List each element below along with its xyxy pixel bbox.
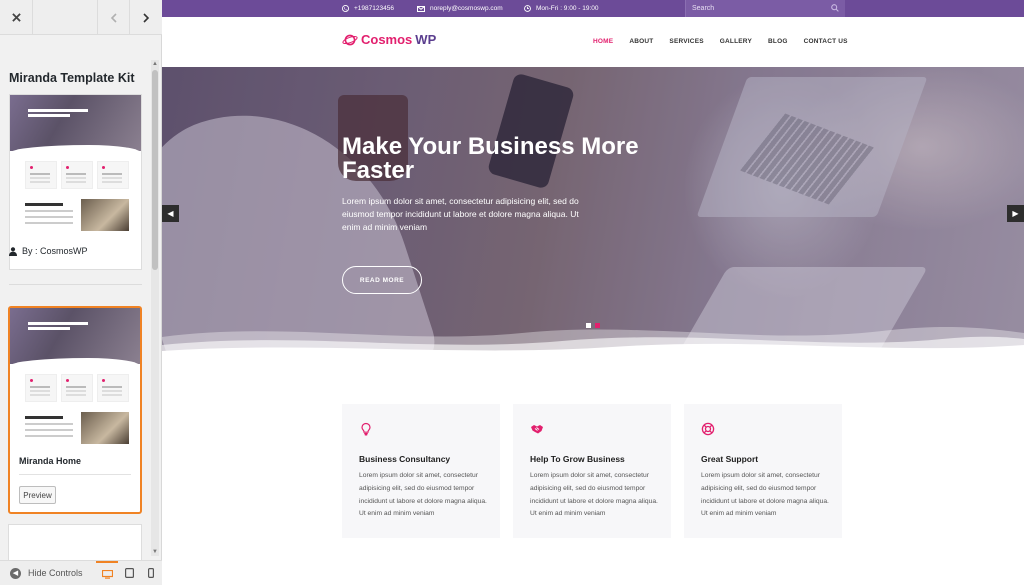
- clock-icon: [524, 5, 531, 12]
- tablet-icon[interactable]: [118, 561, 140, 585]
- search-input[interactable]: Search: [685, 0, 845, 17]
- search-placeholder: Search: [692, 5, 715, 12]
- template-thumbnail[interactable]: [10, 308, 140, 448]
- nav-contact-us[interactable]: CONTACT US: [804, 38, 848, 45]
- preview-button[interactable]: Preview: [19, 486, 56, 504]
- site-header: Cosmos WP HOME ABOUT SERVICES GALLERY BLO…: [162, 17, 1024, 67]
- site-preview: +1987123456 noreply@cosmoswp.com Mon-Fri…: [162, 0, 1024, 585]
- email-contact: noreply@cosmoswp.com: [417, 0, 503, 17]
- arrow-left-icon: ◀: [10, 567, 21, 579]
- lifebuoy-icon: [701, 422, 715, 436]
- feature-title: Great Support: [701, 454, 759, 464]
- nav-services[interactable]: SERVICES: [669, 38, 703, 45]
- slider-prev-icon[interactable]: ◀: [162, 205, 179, 222]
- panel-scrollbar[interactable]: ▲ ▼: [151, 60, 159, 556]
- feature-card: Help To Grow Business Lorem ipsum dolor …: [513, 404, 671, 538]
- template-card[interactable]: [8, 524, 142, 560]
- top-bar: +1987123456 noreply@cosmoswp.com Mon-Fri…: [162, 0, 1024, 17]
- logo-text-wp: WP: [415, 32, 437, 47]
- scroll-down-icon[interactable]: ▼: [151, 548, 159, 556]
- panel-toolbar: [0, 0, 162, 35]
- template-card-selected[interactable]: Miranda Home Preview: [8, 306, 142, 514]
- hours-info: Mon-Fri : 9:00 - 19:00: [524, 0, 599, 17]
- template-list: Miranda Template Kit By : CosmosWP Miran…: [0, 36, 162, 560]
- close-icon[interactable]: [0, 0, 33, 35]
- thumbnail-photo: [81, 199, 129, 231]
- thumbnail-photo: [81, 412, 129, 444]
- author-text: By : CosmosWP: [22, 246, 88, 256]
- customizer-panel: Miranda Template Kit By : CosmosWP Miran…: [0, 0, 162, 585]
- nav-gallery[interactable]: GALLERY: [720, 38, 752, 45]
- phone-icon: [342, 5, 349, 12]
- feature-title: Help To Grow Business: [530, 454, 625, 464]
- feature-text: Lorem ipsum dolor sit amet, consectetur …: [359, 472, 487, 518]
- handshake-icon: [531, 425, 543, 434]
- hide-controls-button[interactable]: ◀ Hide Controls: [0, 567, 96, 579]
- hero-overlay: [162, 67, 1024, 357]
- mobile-icon[interactable]: [140, 561, 162, 585]
- feature-title: Business Consultancy: [359, 454, 451, 464]
- desktop-icon[interactable]: [96, 560, 118, 585]
- hero-slider: Make Your Business More Faster Lorem ips…: [162, 67, 1024, 357]
- thumbnail-hero: [10, 308, 140, 364]
- kit-title: Miranda Template Kit: [9, 71, 135, 85]
- nav-blog[interactable]: BLOG: [768, 38, 788, 45]
- lightbulb-icon: [361, 422, 371, 436]
- phone-text: +1987123456: [354, 5, 394, 12]
- read-more-button[interactable]: READ MORE: [342, 266, 422, 294]
- feature-card: Business Consultancy Lorem ipsum dolor s…: [342, 404, 500, 538]
- scrollbar-thumb[interactable]: [152, 70, 158, 270]
- feature-card: Great Support Lorem ipsum dolor sit amet…: [684, 404, 842, 538]
- panel-footer: ◀ Hide Controls: [0, 560, 162, 585]
- logo-text-cosmos: Cosmos: [361, 32, 413, 47]
- thumbnail-hero: [10, 95, 141, 151]
- author-line: By : CosmosWP: [9, 246, 88, 256]
- email-text: noreply@cosmoswp.com: [430, 5, 503, 12]
- phone-contact: +1987123456: [342, 0, 394, 17]
- thumbnail-hero-text: [28, 109, 88, 119]
- chevron-right-icon[interactable]: [129, 0, 162, 35]
- feature-text: Lorem ipsum dolor sit amet, consectetur …: [530, 472, 658, 518]
- site-logo[interactable]: Cosmos WP: [342, 32, 436, 47]
- nav-home[interactable]: HOME: [593, 38, 613, 45]
- thumbnail-cards: [25, 374, 129, 402]
- divider: [9, 284, 142, 285]
- chevron-left-icon[interactable]: [97, 0, 129, 35]
- hero-title: Make Your Business More Faster: [342, 133, 639, 184]
- thumbnail-hero-text: [28, 322, 88, 332]
- hero-text: Lorem ipsum dolor sit amet, consectetur …: [342, 196, 579, 232]
- nav-about[interactable]: ABOUT: [629, 38, 653, 45]
- thumbnail-section: [25, 412, 129, 446]
- hero-wave-divider: [162, 327, 1024, 357]
- divider: [19, 474, 131, 475]
- kit-thumbnail[interactable]: [9, 94, 142, 270]
- search-icon[interactable]: [831, 4, 839, 12]
- user-icon: [9, 246, 17, 256]
- main-nav: HOME ABOUT SERVICES GALLERY BLOG CONTACT…: [593, 38, 848, 45]
- thumbnail-section: [25, 199, 129, 233]
- scroll-up-icon[interactable]: ▲: [151, 60, 159, 68]
- feature-text: Lorem ipsum dolor sit amet, consectetur …: [701, 472, 829, 518]
- planet-logo-icon: [342, 34, 358, 45]
- thumbnail-cards: [25, 161, 129, 189]
- hours-text: Mon-Fri : 9:00 - 19:00: [536, 5, 599, 12]
- slider-next-icon[interactable]: ▶: [1007, 205, 1024, 222]
- email-icon: [417, 5, 425, 12]
- template-name: Miranda Home: [19, 456, 82, 466]
- feature-cards: Business Consultancy Lorem ipsum dolor s…: [342, 404, 845, 538]
- hide-controls-label: Hide Controls: [28, 568, 83, 578]
